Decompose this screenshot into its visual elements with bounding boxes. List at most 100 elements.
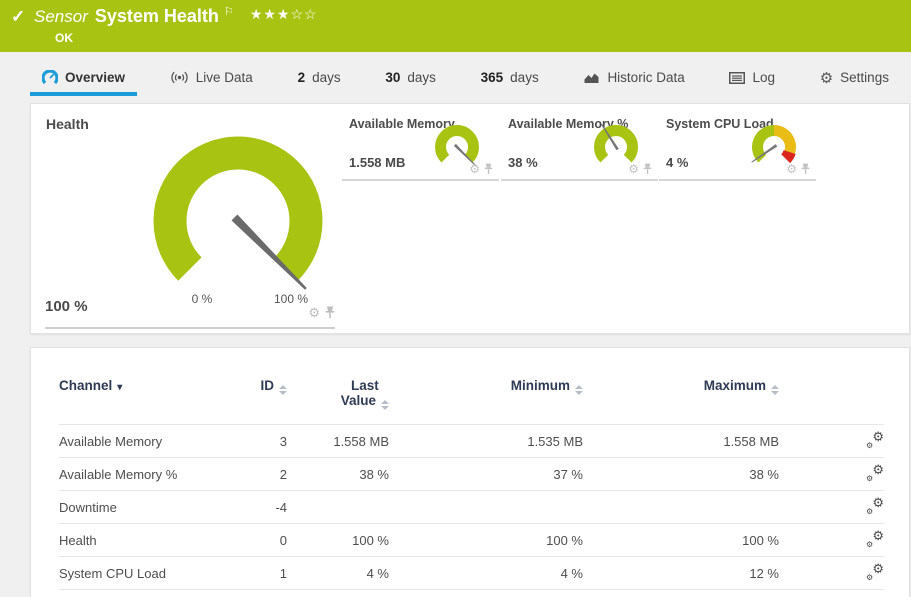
tab-2-days[interactable]: 2 days — [286, 52, 353, 103]
column-label: Last — [351, 378, 379, 393]
available-memory-pct-gauge-tile: Available Memory % 38 % ⚙ — [501, 111, 658, 181]
sort-icon — [771, 385, 779, 395]
sort-icon — [381, 400, 389, 410]
channel-id: 3 — [199, 425, 287, 458]
column-header-id[interactable]: ID — [199, 372, 287, 425]
log-list-icon — [729, 72, 745, 84]
channel-id: 1 — [199, 557, 287, 590]
available-memory-gauge-tile: Available Memory 1.558 MB ⚙ — [342, 111, 499, 181]
column-header-channel[interactable]: Channel▾ — [59, 372, 199, 425]
tab-overview[interactable]: Overview — [30, 52, 137, 103]
status-ok-check-icon: ✓ — [11, 7, 25, 27]
gauge-value: 38 % — [508, 155, 538, 170]
gauge-value: 4 % — [666, 155, 688, 170]
channel-last-value: 1.558 MB — [287, 425, 389, 458]
sensor-status-text: OK — [55, 31, 318, 45]
channel-settings-icon[interactable]: ⚙⚙ — [866, 564, 884, 580]
channel-name: Available Memory — [59, 425, 199, 458]
column-label: Value — [341, 393, 376, 408]
gauge-settings-gear-icon[interactable]: ⚙ — [786, 163, 797, 175]
channel-maximum: 1.558 MB — [583, 425, 779, 458]
table-row: Available Memory % 2 38 % 37 % 38 % ⚙⚙ — [59, 458, 884, 491]
channel-name: Downtime — [59, 491, 199, 524]
flag-icon[interactable]: ⚐ — [224, 7, 234, 17]
channel-last-value: 4 % — [287, 557, 389, 590]
channel-name: Available Memory % — [59, 458, 199, 491]
channel-maximum: 12 % — [583, 557, 779, 590]
gauge-settings-gear-icon[interactable]: ⚙ — [308, 306, 320, 319]
tab-historic-data[interactable]: Historic Data — [571, 52, 696, 103]
tab-number: 2 — [298, 70, 306, 85]
tile-divider — [342, 179, 499, 181]
column-label: ID — [261, 378, 275, 393]
column-label: Minimum — [511, 378, 570, 393]
gear-icon: ⚙ — [820, 69, 833, 87]
tab-number: 30 — [385, 70, 400, 85]
gauge-settings-gear-icon[interactable]: ⚙ — [469, 163, 480, 175]
channel-settings-icon[interactable]: ⚙⚙ — [866, 432, 884, 448]
tab-bar: Overview Live Data 2 days 30 days 365 da… — [0, 52, 911, 103]
tile-divider — [45, 327, 335, 329]
sort-icon — [279, 385, 287, 395]
channel-name: Health — [59, 524, 199, 557]
channel-name: System CPU Load — [59, 557, 199, 590]
tab-label: days — [510, 70, 539, 85]
channel-last-value: 38 % — [287, 458, 389, 491]
stars-empty: ☆☆ — [290, 6, 317, 22]
health-gauge-tile: Health 0 % 100 % 100 % ⚙ — [31, 104, 347, 333]
pin-icon[interactable] — [484, 163, 493, 175]
table-row: Available Memory 3 1.558 MB 1.535 MB 1.5… — [59, 425, 884, 458]
stars-filled: ★★★ — [250, 6, 291, 22]
channels-panel: Channel▾ ID LastValue Minimum Maximum Av… — [30, 347, 910, 597]
tab-label: Live Data — [196, 70, 253, 85]
channel-settings-icon[interactable]: ⚙⚙ — [866, 531, 884, 547]
tab-label: Settings — [840, 70, 889, 85]
health-gauge — [133, 129, 343, 309]
channel-minimum: 100 % — [389, 524, 583, 557]
tab-log[interactable]: Log — [717, 52, 787, 103]
tab-label: days — [407, 70, 436, 85]
channel-last-value — [287, 491, 389, 524]
channel-last-value: 100 % — [287, 524, 389, 557]
channel-minimum: 4 % — [389, 557, 583, 590]
tab-label: days — [312, 70, 341, 85]
tab-settings[interactable]: ⚙ Settings — [808, 52, 901, 103]
tab-label: Overview — [65, 70, 125, 85]
channel-maximum: 100 % — [583, 524, 779, 557]
sensor-kind-label: Sensor — [34, 7, 88, 27]
table-row: Health 0 100 % 100 % 100 % ⚙⚙ — [59, 524, 884, 557]
gauge-value: 100 % — [45, 298, 88, 315]
column-header-minimum[interactable]: Minimum — [389, 372, 583, 425]
tab-live-data[interactable]: Live Data — [158, 52, 265, 103]
channel-id: -4 — [199, 491, 287, 524]
live-data-icon — [170, 71, 189, 84]
channel-minimum: 37 % — [389, 458, 583, 491]
table-row: System CPU Load 1 4 % 4 % 12 % ⚙⚙ — [59, 557, 884, 590]
tab-label: Historic Data — [607, 70, 684, 85]
pin-icon[interactable] — [801, 163, 810, 175]
channel-maximum: 38 % — [583, 458, 779, 491]
tab-30-days[interactable]: 30 days — [373, 52, 448, 103]
gauge-scale-min: 0 % — [177, 292, 227, 306]
channel-settings-icon[interactable]: ⚙⚙ — [866, 465, 884, 481]
channel-maximum — [583, 491, 779, 524]
channel-minimum — [389, 491, 583, 524]
channel-minimum: 1.535 MB — [389, 425, 583, 458]
column-header-actions — [779, 372, 884, 425]
channels-table: Channel▾ ID LastValue Minimum Maximum Av… — [59, 372, 884, 590]
tab-365-days[interactable]: 365 days — [469, 52, 551, 103]
pin-icon[interactable] — [325, 306, 335, 319]
gauge-settings-gear-icon[interactable]: ⚙ — [628, 163, 639, 175]
column-header-last-value[interactable]: LastValue — [287, 372, 389, 425]
table-row: Downtime -4 ⚙⚙ — [59, 491, 884, 524]
column-header-maximum[interactable]: Maximum — [583, 372, 779, 425]
pin-icon[interactable] — [643, 163, 652, 175]
sensor-title: System Health — [95, 6, 219, 27]
channel-settings-icon[interactable]: ⚙⚙ — [866, 498, 884, 514]
gauge-icon — [42, 70, 58, 85]
gauges-panel: Health 0 % 100 % 100 % ⚙ Available Memor… — [30, 103, 910, 334]
tile-divider — [659, 179, 816, 181]
gauge-value: 1.558 MB — [349, 155, 405, 170]
tab-number: 365 — [481, 70, 504, 85]
priority-stars[interactable]: ★★★☆☆ — [250, 6, 318, 23]
